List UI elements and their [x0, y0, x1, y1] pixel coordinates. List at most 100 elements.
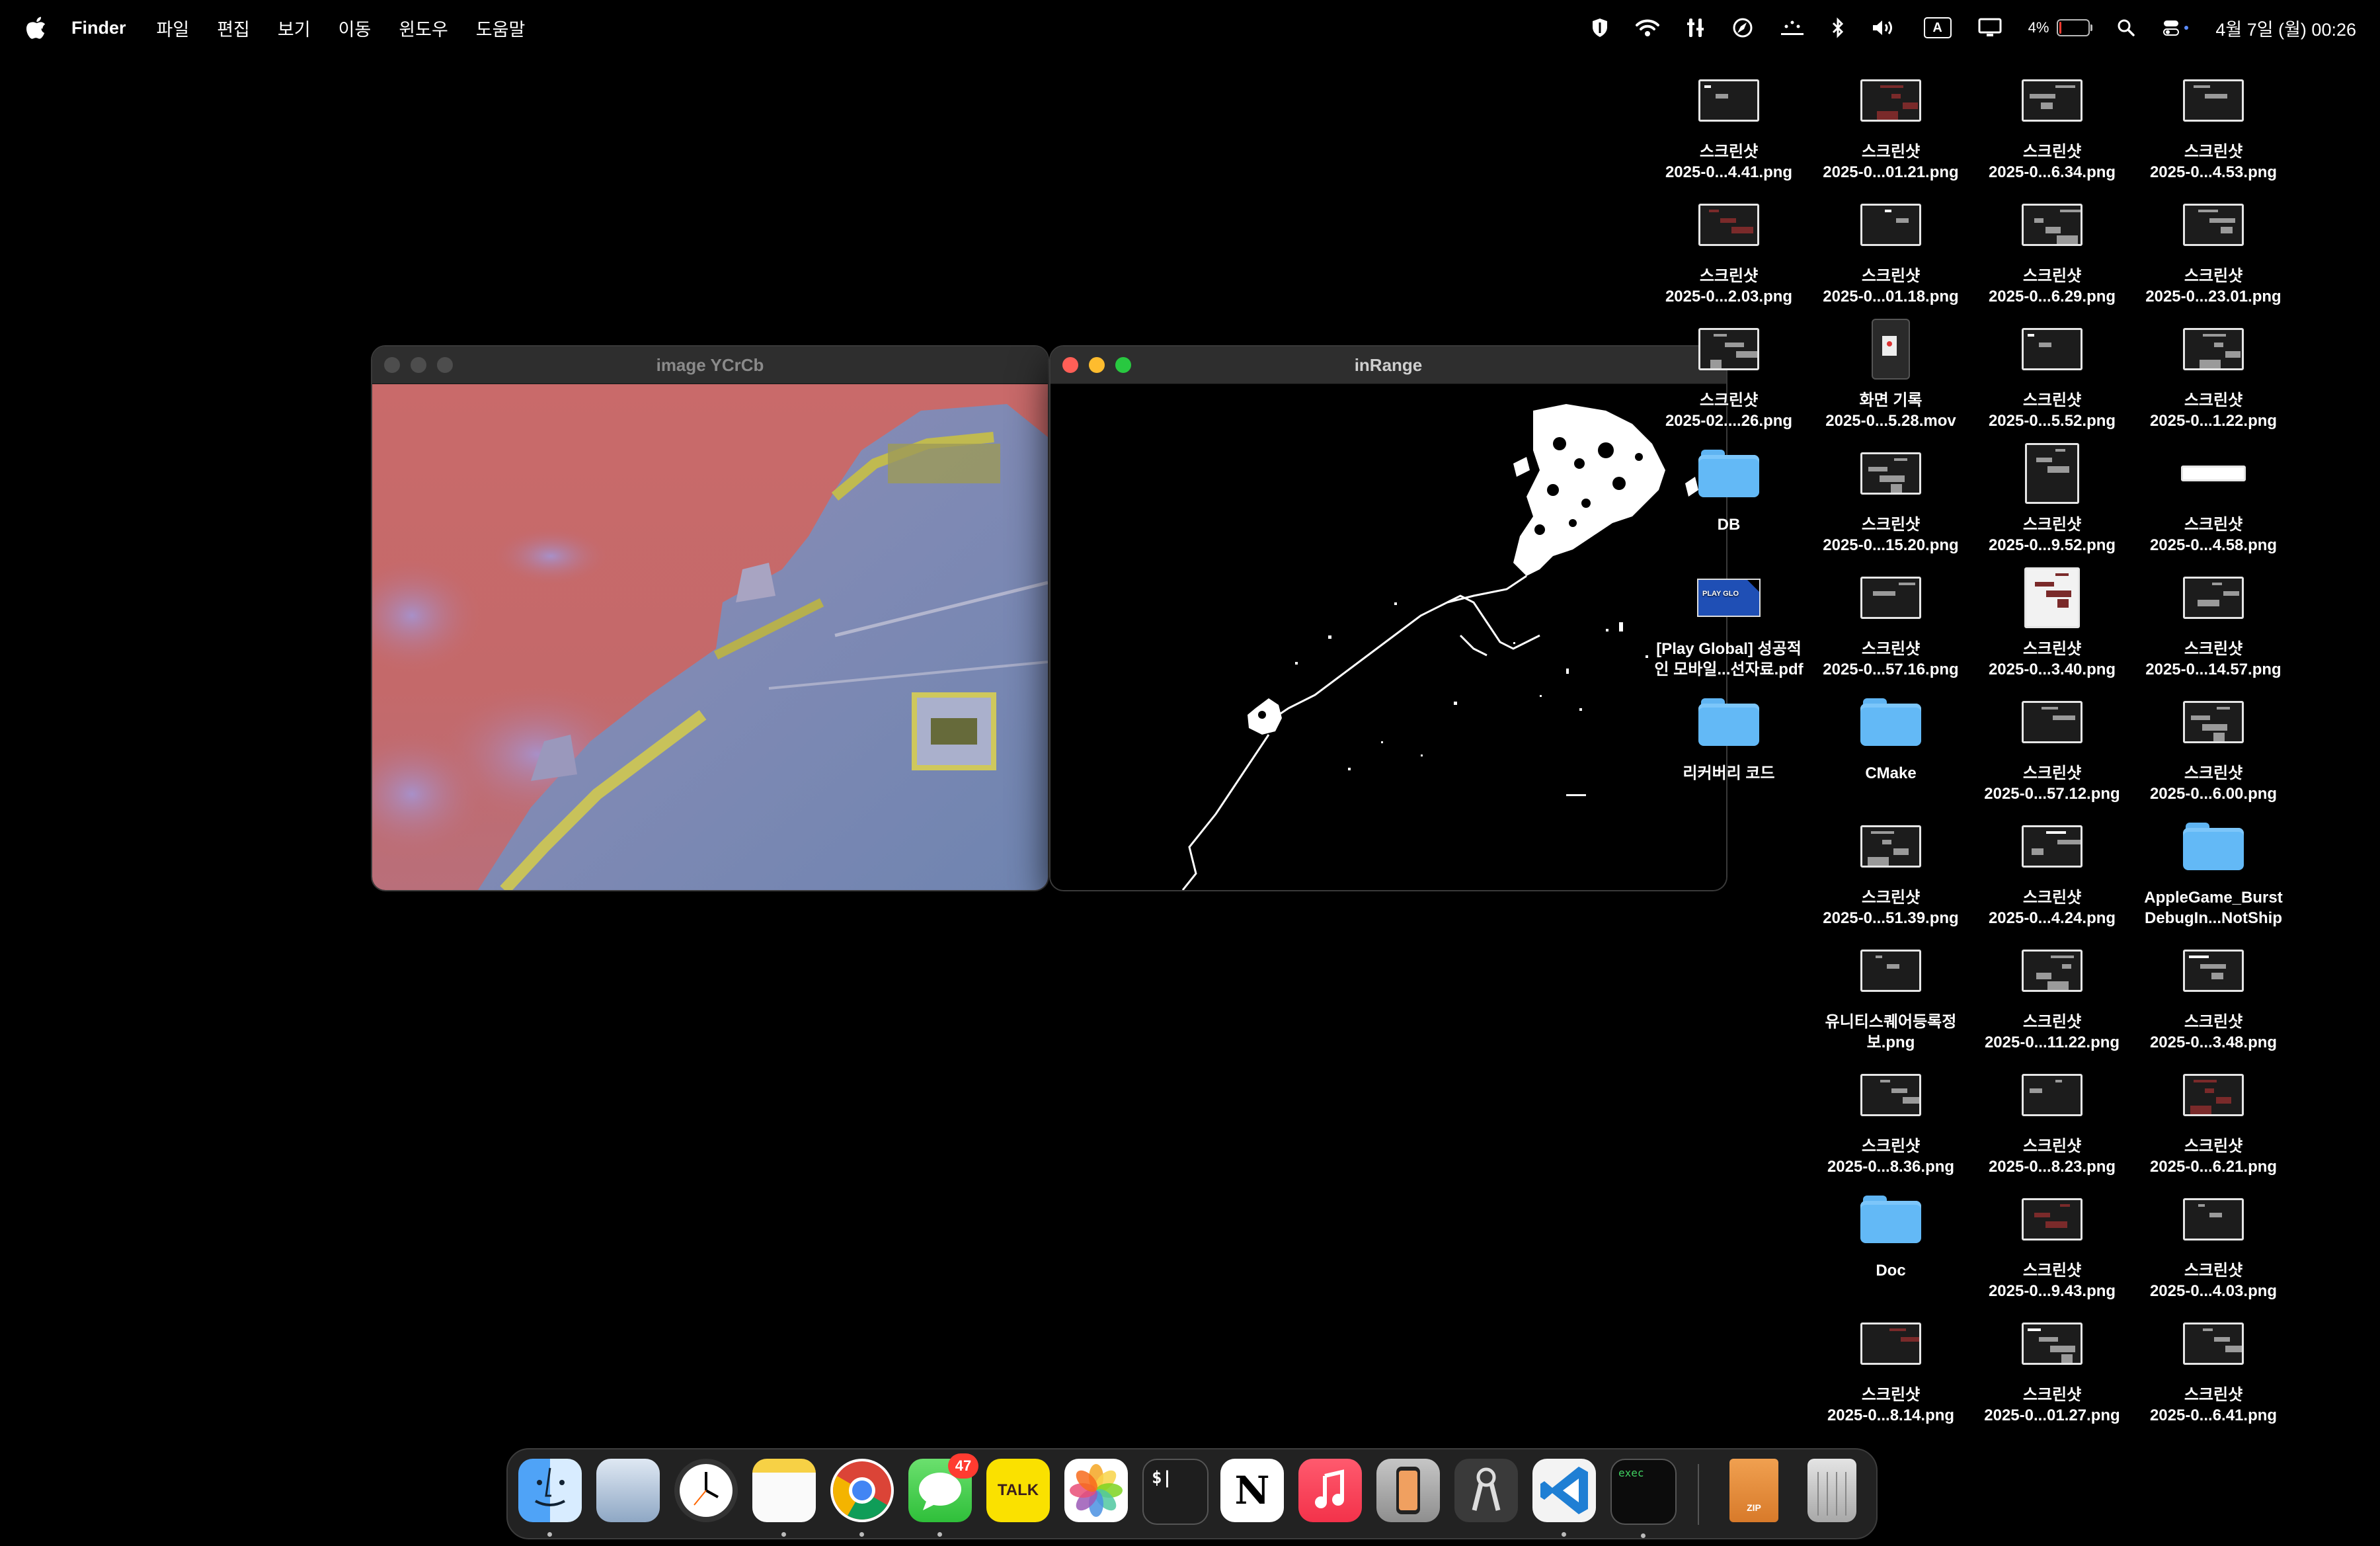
- desktop-file[interactable]: PLAY GLO [Play Global] 성공적 인 모바일...선자료.pdf: [1648, 557, 1809, 680]
- desktop-file[interactable]: 스크린샷 2025-0...51.39.png: [1810, 805, 1971, 928]
- exec-icon[interactable]: exec: [1610, 1459, 1677, 1538]
- desktop-file[interactable]: 스크린샷 2025-0...4.24.png: [1971, 805, 2133, 928]
- apple-menu-icon[interactable]: [25, 15, 48, 41]
- app-menu-finder[interactable]: Finder: [71, 18, 126, 38]
- desktop-file[interactable]: 스크린샷 2025-0...23.01.png: [2133, 184, 2294, 307]
- terminal-glyph: $|: [1152, 1468, 1173, 1488]
- desktop-file[interactable]: 스크린샷 2025-0...15.20.png: [1810, 432, 1971, 555]
- music-icon[interactable]: [1298, 1459, 1362, 1522]
- desktop-file[interactable]: 스크린샷 2025-0...6.00.png: [2133, 681, 2294, 804]
- desktop-file[interactable]: 스크린샷 2025-0...4.03.png: [2133, 1178, 2294, 1301]
- preview-icon[interactable]: [596, 1459, 660, 1522]
- desktop-file[interactable]: 스크린샷 2025-0...6.41.png: [2133, 1303, 2294, 1426]
- desktop-file[interactable]: 스크린샷 2025-0...01.27.png: [1971, 1303, 2133, 1426]
- desktop-file[interactable]: 스크린샷 2025-0...9.52.png: [1971, 432, 2133, 555]
- file-name-line2: 2025-0...51.39.png: [1823, 909, 1959, 927]
- file-name-line2: 2025-0...1.22.png: [2149, 412, 2278, 430]
- desktop-file[interactable]: 스크린샷 2025-0...4.58.png: [2133, 432, 2294, 555]
- menu-view[interactable]: 보기: [278, 15, 311, 41]
- tools-icon[interactable]: [1686, 15, 1706, 41]
- battery-status[interactable]: 4%: [2028, 15, 2049, 41]
- input-source-icon[interactable]: A: [1923, 15, 1952, 41]
- notion-glyph: N: [1234, 1468, 1270, 1513]
- search-icon[interactable]: [2116, 15, 2136, 41]
- clock-icon[interactable]: [674, 1459, 738, 1522]
- desktop-file[interactable]: 스크린샷 2025-0...9.43.png: [1971, 1178, 2133, 1301]
- messages-icon[interactable]: 47: [908, 1453, 978, 1537]
- notes-icon[interactable]: [752, 1459, 816, 1537]
- thumbnail-image: [2024, 567, 2080, 628]
- desktop-folder[interactable]: Doc: [1810, 1178, 1971, 1281]
- desktop-file[interactable]: 스크린샷 2025-0...1.22.png: [2133, 308, 2294, 431]
- photos-icon[interactable]: [1064, 1459, 1128, 1522]
- menu-edit[interactable]: 편집: [217, 15, 250, 41]
- minimize-button[interactable]: [1089, 357, 1105, 373]
- display-icon[interactable]: [1978, 15, 2002, 41]
- desktop-file[interactable]: 스크린샷 2025-0...8.36.png: [1810, 1054, 1971, 1177]
- menubar-clock[interactable]: 4월 7일 (월) 00:26: [2215, 15, 2356, 41]
- desktop-file[interactable]: 스크린샷 2025-0...6.34.png: [1971, 60, 2133, 183]
- desktop-folder[interactable]: CMake: [1810, 681, 1971, 784]
- desktop-folder[interactable]: DB: [1648, 432, 1809, 535]
- zoom-button[interactable]: [437, 357, 453, 373]
- desktop-file[interactable]: 스크린샷 2025-02....26.png: [1648, 308, 1809, 431]
- desktop-file[interactable]: 스크린샷 2025-0...6.21.png: [2133, 1054, 2294, 1177]
- desktop-file[interactable]: 스크린샷 2025-0...8.14.png: [1810, 1303, 1971, 1426]
- file-name-line2: 2025-0...01.27.png: [1984, 1406, 2120, 1424]
- desktop-file[interactable]: 스크린샷 2025-0...6.29.png: [1971, 184, 2133, 307]
- file-name-line2: 2025-0...6.34.png: [1988, 163, 2116, 181]
- vscode-icon[interactable]: [1532, 1459, 1596, 1537]
- desktop-file[interactable]: 스크린샷 2025-0...3.48.png: [2133, 930, 2294, 1053]
- menu-help[interactable]: 도움말: [476, 15, 526, 41]
- wifi-icon[interactable]: [1635, 15, 1659, 41]
- kakaotalk-icon[interactable]: TALK: [986, 1459, 1050, 1522]
- desktop-file[interactable]: 유니티스퀘어등록정 보.png: [1810, 930, 1971, 1053]
- shield-icon[interactable]: [1591, 15, 1609, 41]
- desktop-file[interactable]: 스크린샷 2025-0...4.41.png: [1648, 60, 1809, 183]
- close-button[interactable]: [1062, 357, 1078, 373]
- desktop-file[interactable]: 스크린샷 2025-0...2.03.png: [1648, 184, 1809, 307]
- file-name-line1: 스크린샷: [2022, 1386, 2082, 1404]
- desktop-file[interactable]: 스크린샷 2025-0...11.22.png: [1971, 930, 2133, 1053]
- desktop-file[interactable]: 화면 기록 2025-0...5.28.mov: [1810, 308, 1971, 431]
- menu-window[interactable]: 윈도우: [399, 15, 448, 41]
- desktop-file[interactable]: 스크린샷 2025-0...01.18.png: [1810, 184, 1971, 307]
- close-button[interactable]: [384, 357, 400, 373]
- volume-icon[interactable]: [1871, 15, 1897, 41]
- battery-icon[interactable]: [2057, 15, 2093, 41]
- zoom-button[interactable]: [1115, 357, 1131, 373]
- ycrcb-window[interactable]: image YCrCb: [372, 346, 1048, 890]
- iphone-mirroring-icon[interactable]: [1376, 1459, 1440, 1522]
- menu-file[interactable]: 파일: [157, 15, 190, 41]
- desktop-file[interactable]: 스크린샷 2025-0...8.23.png: [1971, 1054, 2133, 1177]
- dots-icon[interactable]: [1780, 15, 1805, 41]
- desktop-file[interactable]: 스크린샷 2025-0...57.16.png: [1810, 557, 1971, 680]
- finder-icon[interactable]: [518, 1459, 582, 1537]
- desktop-folder[interactable]: 리커버리 코드: [1648, 681, 1809, 784]
- window-titlebar[interactable]: inRange: [1051, 346, 1726, 384]
- compass-icon[interactable]: [1732, 15, 1753, 41]
- chrome-icon[interactable]: [830, 1459, 894, 1537]
- window-titlebar[interactable]: image YCrCb: [372, 346, 1048, 384]
- bluetooth-icon[interactable]: [1831, 15, 1844, 41]
- desktop-file[interactable]: 스크린샷 2025-0...4.53.png: [2133, 60, 2294, 183]
- desktop-file[interactable]: 스크린샷 2025-0...5.52.png: [1971, 308, 2133, 431]
- thumbnail-image: [1698, 328, 1759, 370]
- desktop-folder[interactable]: AppleGame_Burst DebugIn...NotShip: [2133, 805, 2294, 928]
- dock-separator: [1698, 1464, 1699, 1525]
- menu-go[interactable]: 이동: [338, 15, 372, 41]
- terminal-icon[interactable]: $|: [1142, 1459, 1209, 1525]
- archive-icon[interactable]: ZIP: [1729, 1459, 1778, 1522]
- minimize-button[interactable]: [411, 357, 426, 373]
- notion-icon[interactable]: N: [1220, 1459, 1284, 1522]
- desktop-file[interactable]: 스크린샷 2025-0...14.57.png: [2133, 557, 2294, 680]
- folder-icon: [1860, 1196, 1921, 1243]
- control-center-icon[interactable]: [2162, 15, 2189, 41]
- desktop-file[interactable]: 스크린샷 2025-0...57.12.png: [1971, 681, 2133, 804]
- running-indicator: [781, 1532, 786, 1537]
- inrange-window[interactable]: inRange: [1051, 346, 1726, 890]
- keychain-icon[interactable]: [1454, 1459, 1518, 1522]
- desktop-file[interactable]: 스크린샷 2025-0...01.21.png: [1810, 60, 1971, 183]
- trash-icon[interactable]: [1807, 1459, 1856, 1522]
- desktop-file[interactable]: 스크린샷 2025-0...3.40.png: [1971, 557, 2133, 680]
